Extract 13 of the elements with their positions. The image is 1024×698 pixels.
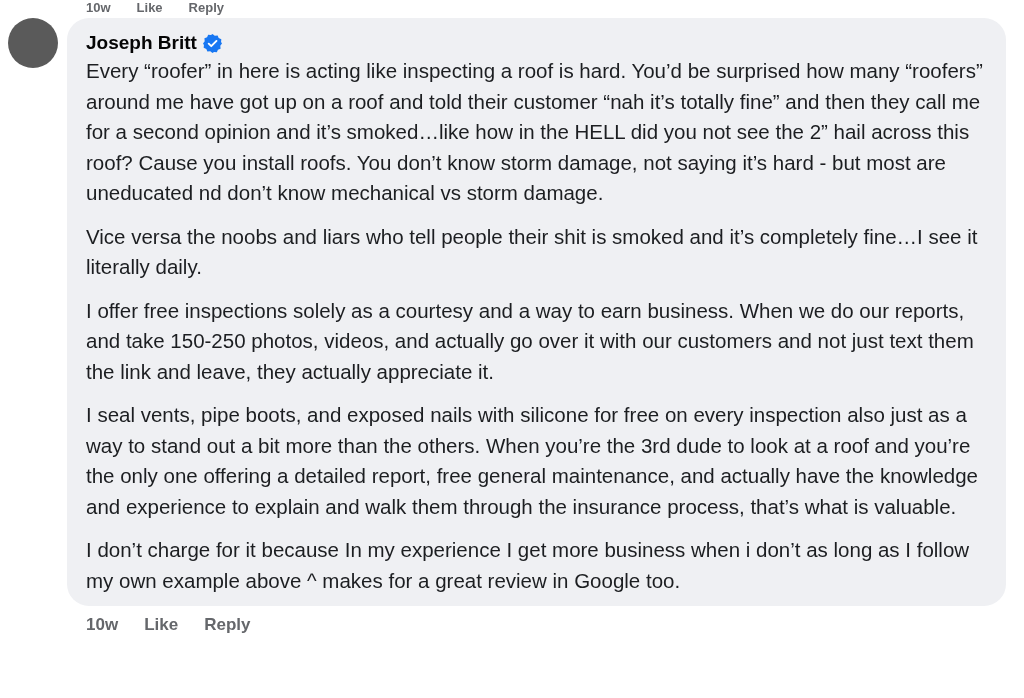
reply-button[interactable]: Reply: [204, 612, 251, 638]
comment-paragraph: Every “roofer” in here is acting like inspecting a roof is hard. You’d be surprised how many “roofers” around me have got up on a roof and told their customer “nah it’s totally fine” and then they call me for a second opinion and it’s smoked…like how in the HELL did you not see the 2” hail across this roof? Cause you install roofs. You don’t know storm damage, not saying it’s hard - but most are uneducated nd don’t know mechanical vs storm damage.: [86, 58, 984, 206]
author-name[interactable]: Joseph Britt: [86, 30, 197, 56]
like-button[interactable]: Like: [136, 1, 163, 14]
reply-button[interactable]: Reply: [188, 1, 224, 14]
comment-paragraph: Vice versa the noobs and liars who tell people their shit is smoked and it’s completely fine…I see it literally daily.: [86, 223, 979, 280]
comment-paragraph: I offer free inspections solely as a courtesy and a way to earn business. When we do our reports, and take 150-250 photos, videos, and actually go over it with our customers and not just text them the link and leave, they actually appreciate it.: [86, 297, 975, 385]
like-button[interactable]: Like: [144, 612, 179, 638]
comment-paragraph: I seal vents, pipe boots, and exposed nails with silicone for free on every inspection also just as a way to stand out a bit more than the others. When you’re the 3rd dude to look at a roof and you’re the only one offering a detailed report, free general maintenance, and actually have the knowledge and experience to explain and walk them through the insurance process, that’s what is valuable.: [86, 402, 979, 520]
comment-paragraph: I don’t charge for it because In my experience I get more business when i don’t as long as I follow my own example above ^ makes for a great review in Google too.: [86, 537, 971, 594]
avatar[interactable]: [8, 18, 58, 68]
timestamp[interactable]: 10w: [86, 1, 111, 14]
timestamp[interactable]: 10w: [86, 612, 119, 638]
